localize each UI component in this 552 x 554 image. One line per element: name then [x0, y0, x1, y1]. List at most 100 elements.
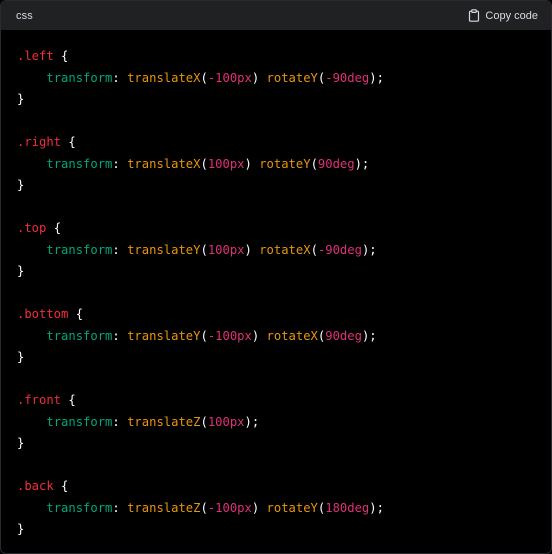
- code-line: transform: translateX(100px) rotateY(90d…: [17, 154, 535, 176]
- code-token-fn: rotateY: [266, 500, 318, 515]
- code-token-punc: );: [361, 242, 377, 257]
- code-token-fn: translateY: [127, 242, 201, 257]
- code-token-punc: :: [112, 242, 128, 257]
- code-token-punc: ): [244, 242, 260, 257]
- code-token-punc: {: [61, 135, 76, 149]
- code-token-num: -90deg: [317, 242, 362, 257]
- code-line: .left {: [17, 46, 535, 68]
- code-token-fn: rotateX: [259, 242, 311, 257]
- code-token-num: -90deg: [325, 70, 370, 85]
- code-block: css Copy code .left { transform: transla…: [0, 0, 552, 554]
- code-token-fn: translateZ: [127, 414, 201, 429]
- code-token-punc: }: [17, 350, 25, 364]
- code-line: transform: translateZ(100px);: [17, 412, 535, 434]
- code-token-prop: transform: [46, 242, 113, 257]
- code-token-punc: {: [46, 221, 62, 235]
- code-token-sel: .top: [17, 221, 47, 235]
- code-line: }: [17, 433, 535, 455]
- code-line: .bottom {: [17, 304, 535, 326]
- code-token-punc: (: [200, 328, 208, 343]
- code-token-punc: {: [68, 307, 84, 321]
- code-token-fn: rotateY: [259, 156, 311, 171]
- code-token-sel: .right: [17, 135, 62, 149]
- code-token-punc: );: [369, 500, 384, 515]
- code-content: .left { transform: translateX(-100px) ro…: [1, 30, 551, 541]
- code-token-punc: );: [369, 70, 384, 85]
- code-token-prop: transform: [46, 328, 113, 343]
- code-token-punc: {: [53, 49, 69, 63]
- code-token-punc: ): [251, 328, 267, 343]
- code-token-num: -100px: [207, 328, 252, 343]
- code-token-prop: transform: [46, 70, 113, 85]
- code-token-punc: (: [200, 70, 208, 85]
- copy-code-label: Copy code: [485, 9, 538, 22]
- code-line: .back {: [17, 476, 535, 498]
- code-token-sel: .front: [17, 393, 62, 407]
- code-token-punc: }: [17, 436, 25, 450]
- language-label: css: [16, 9, 33, 22]
- code-line: }: [17, 261, 535, 283]
- code-line: }: [17, 89, 535, 111]
- code-token-fn: translateZ: [127, 500, 201, 515]
- code-token-punc: ): [251, 70, 267, 85]
- code-token-punc: (: [200, 156, 208, 171]
- code-token-punc: );: [354, 156, 370, 171]
- code-token-num: 100px: [207, 156, 245, 171]
- code-token-num: 180deg: [325, 500, 370, 515]
- code-line: transform: translateY(100px) rotateX(-90…: [17, 240, 535, 262]
- code-line: .top {: [17, 218, 535, 240]
- code-line: .right {: [17, 132, 535, 154]
- code-line: }: [17, 519, 535, 541]
- code-token-punc: }: [17, 522, 25, 536]
- code-token-sel: .back: [17, 479, 54, 493]
- code-token-punc: }: [17, 178, 25, 192]
- code-token-num: 100px: [207, 242, 245, 257]
- code-token-num: 100px: [207, 414, 245, 429]
- code-token-sel: .bottom: [17, 307, 69, 321]
- code-token-punc: (: [200, 500, 208, 515]
- code-block-header: css Copy code: [1, 1, 551, 30]
- code-token-fn: translateX: [127, 70, 201, 85]
- code-token-sel: .left: [17, 49, 54, 63]
- code-token-punc: }: [17, 264, 25, 278]
- code-token-fn: rotateX: [266, 328, 318, 343]
- clipboard-icon: [468, 9, 480, 22]
- code-token-punc: (: [310, 156, 318, 171]
- code-line: .front {: [17, 390, 535, 412]
- code-token-punc: :: [112, 500, 128, 515]
- code-token-punc: ): [251, 500, 267, 515]
- copy-code-button[interactable]: Copy code: [468, 9, 538, 22]
- code-token-punc: }: [17, 92, 25, 106]
- code-line: }: [17, 175, 535, 197]
- code-token-prop: transform: [46, 500, 113, 515]
- code-token-fn: translateX: [127, 156, 201, 171]
- code-token-punc: :: [112, 156, 128, 171]
- code-token-fn: rotateY: [266, 70, 318, 85]
- code-token-punc: (: [200, 414, 208, 429]
- code-token-num: 90deg: [325, 328, 362, 343]
- code-line: transform: translateY(-100px) rotateX(90…: [17, 326, 535, 348]
- code-token-num: 90deg: [317, 156, 355, 171]
- code-token-punc: :: [112, 70, 128, 85]
- code-line: transform: translateZ(-100px) rotateY(18…: [17, 498, 535, 520]
- code-token-punc: );: [361, 328, 377, 343]
- code-line: }: [17, 347, 535, 369]
- code-token-punc: (: [310, 242, 318, 257]
- code-token-num: -100px: [207, 500, 252, 515]
- code-token-num: -100px: [207, 70, 252, 85]
- code-line: transform: translateX(-100px) rotateY(-9…: [17, 68, 535, 90]
- code-token-prop: transform: [46, 156, 113, 171]
- code-token-prop: transform: [46, 414, 113, 429]
- code-token-punc: (: [200, 242, 208, 257]
- code-token-punc: {: [61, 393, 76, 407]
